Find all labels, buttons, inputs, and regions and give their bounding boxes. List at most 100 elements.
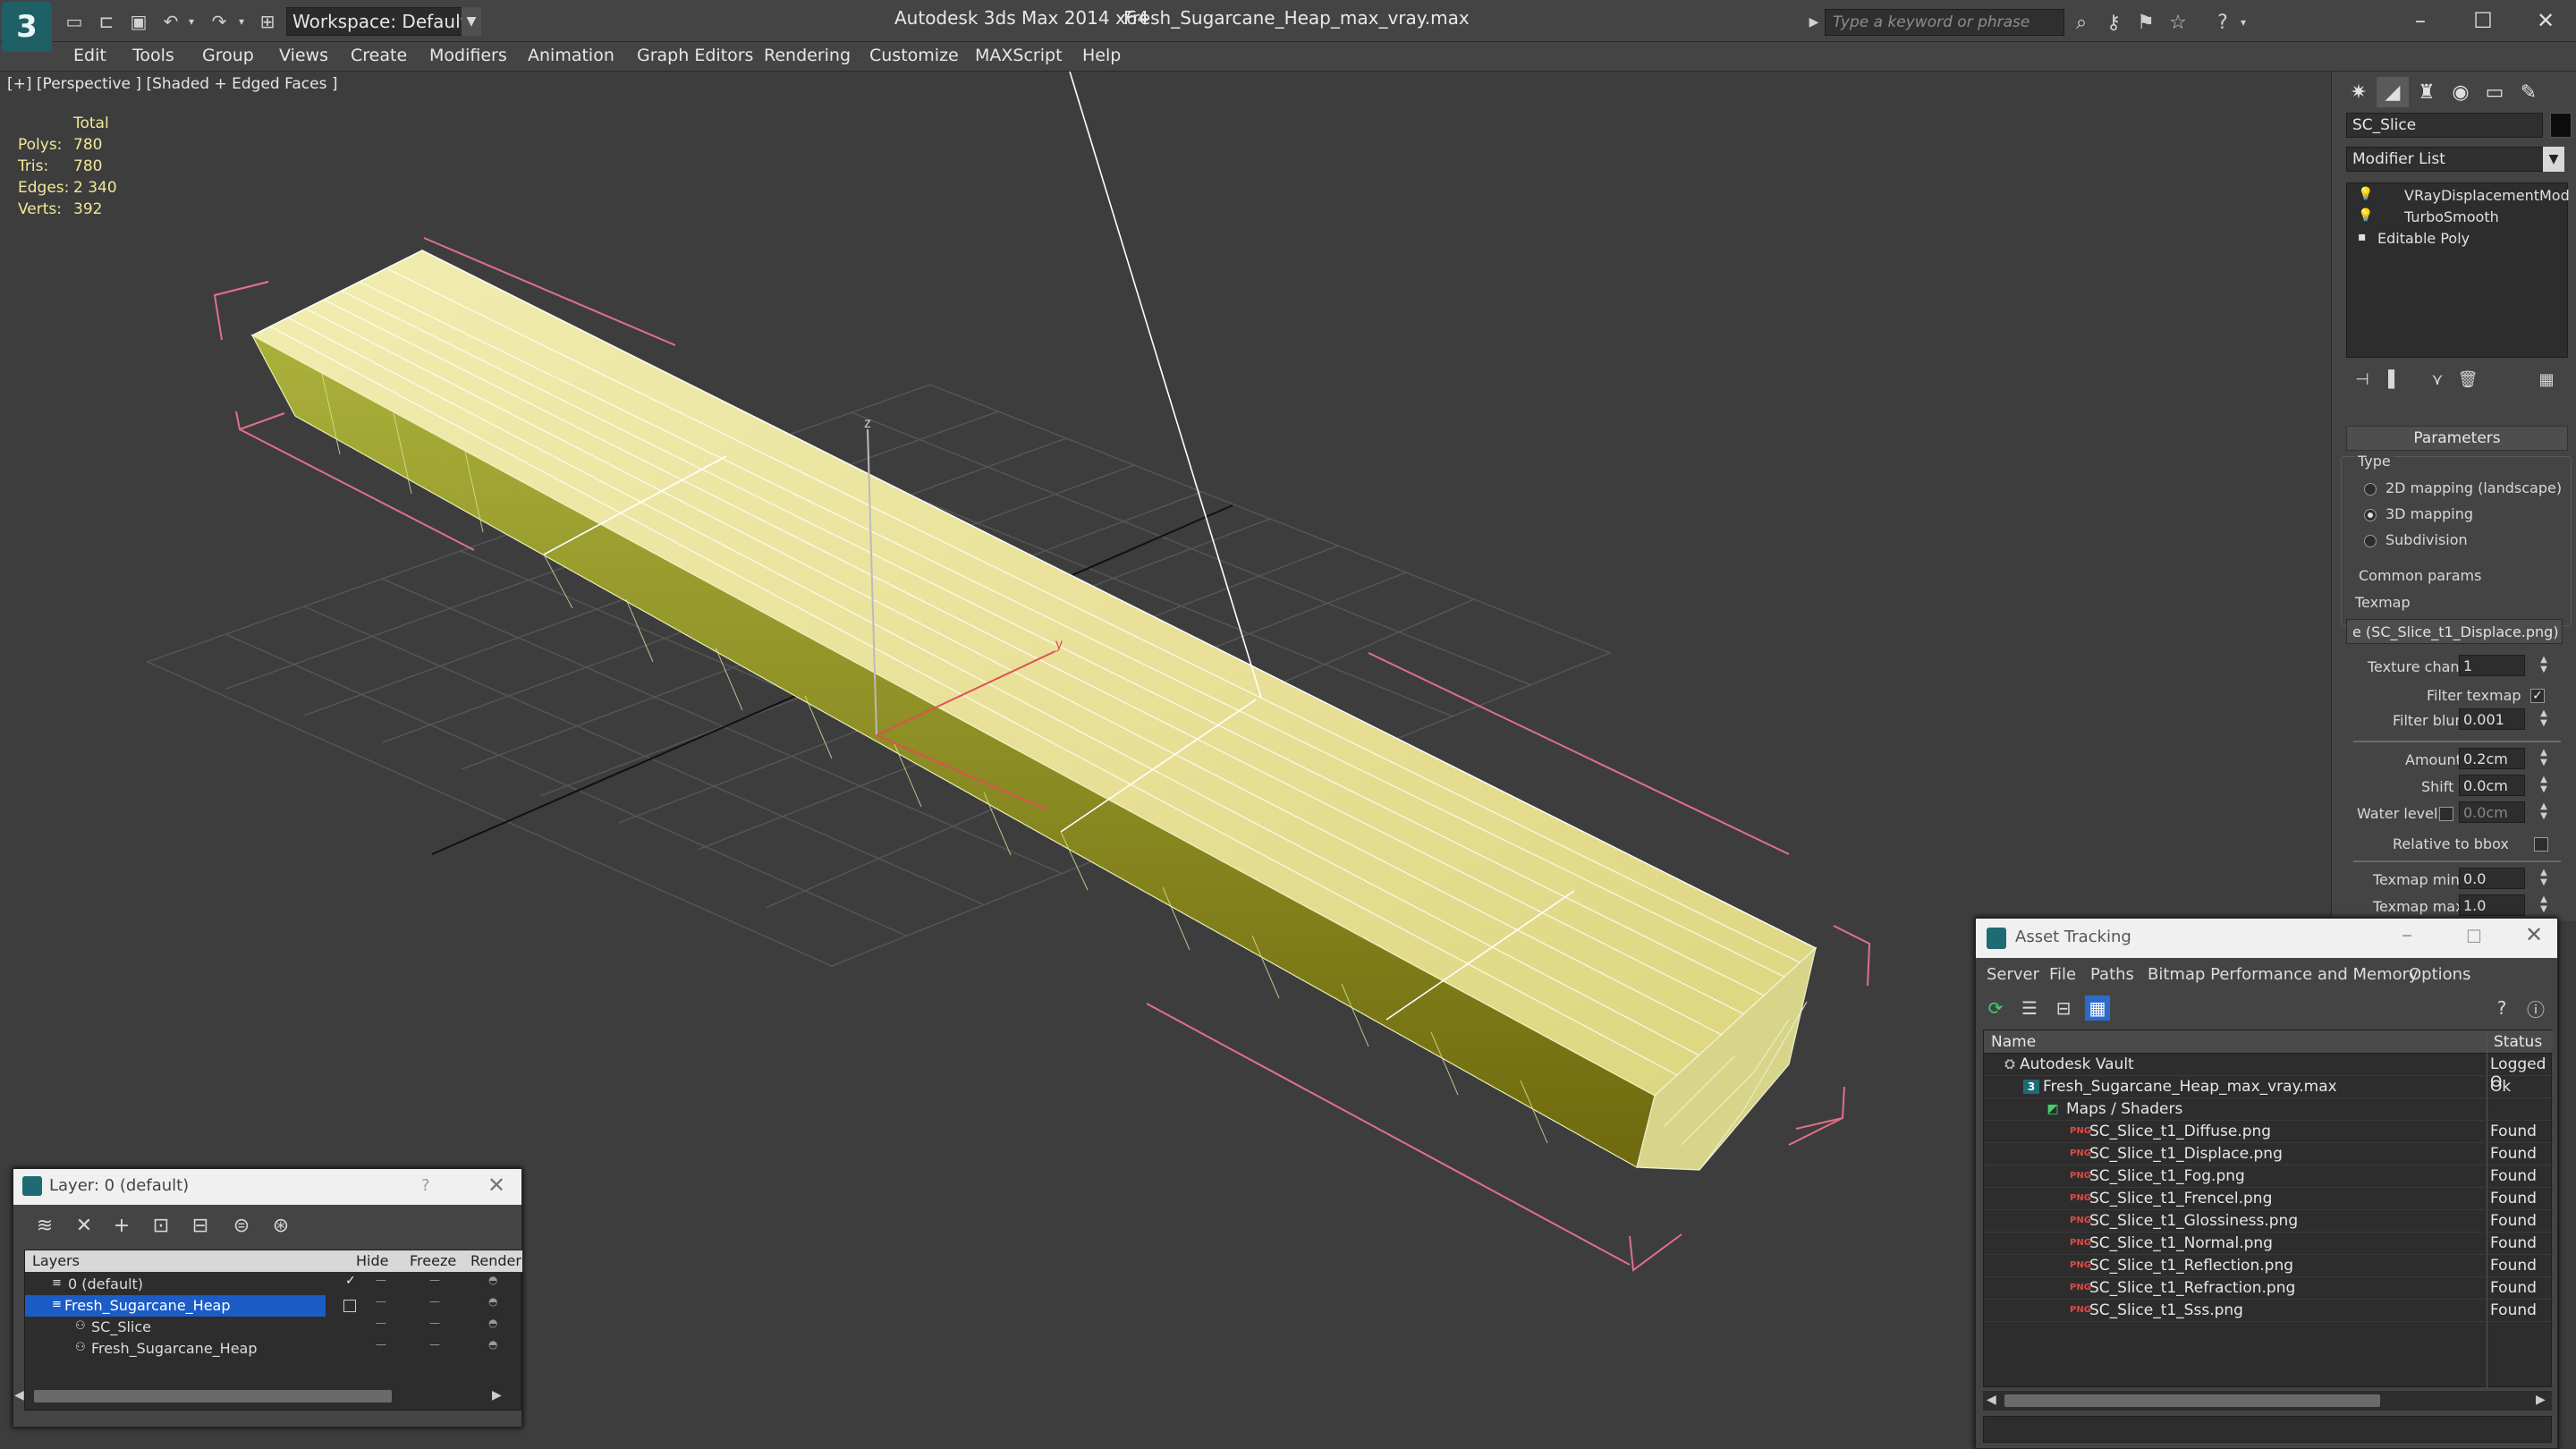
render-teapot-icon[interactable]: ◓ xyxy=(488,1295,497,1308)
asset-row-bitmap[interactable]: PNG SC_Slice_t1_Glossiness.png Found xyxy=(1984,1210,2553,1233)
save-file-icon[interactable]: ▣ xyxy=(125,8,152,35)
asset-row-scene-file[interactable]: 3 Fresh_Sugarcane_Heap_max_vray.max Ok xyxy=(1984,1076,2553,1098)
asset-row-bitmap[interactable]: PNG SC_Slice_t1_Reflection.png Found xyxy=(1984,1255,2553,1277)
layer-window-title[interactable]: Layer: 0 (default) ? ✕ xyxy=(13,1169,521,1205)
configure-sets-icon[interactable]: ▦ xyxy=(2534,367,2559,392)
modifier-list-select[interactable]: Modifier List xyxy=(2346,147,2564,172)
render-teapot-icon[interactable]: ◓ xyxy=(488,1338,497,1351)
shift-input[interactable]: 0.0cm xyxy=(2459,775,2525,796)
asset-row-bitmap[interactable]: PNG SC_Slice_t1_Fog.png Found xyxy=(1984,1165,2553,1188)
water-level-input[interactable]: 0.0cm xyxy=(2459,801,2525,823)
redo-dropdown-icon[interactable]: ▾ xyxy=(234,8,249,35)
asset-row-bitmap[interactable]: PNG SC_Slice_t1_Normal.png Found xyxy=(1984,1233,2553,1255)
binoculars-icon[interactable]: ⌕ xyxy=(2068,9,2095,36)
pin-stack-icon[interactable]: ⊣ xyxy=(2350,367,2375,392)
col-layers[interactable]: Layers xyxy=(32,1252,80,1269)
scrollbar-thumb[interactable] xyxy=(34,1390,392,1402)
help-icon[interactable]: ? xyxy=(2209,9,2236,36)
lightbulb-icon[interactable]: 💡 xyxy=(2358,187,2373,201)
spinner-icon[interactable]: ▲ ▼ xyxy=(2538,775,2550,796)
col-hide[interactable]: Hide xyxy=(356,1252,388,1269)
radio-subdivision[interactable] xyxy=(2364,535,2377,547)
stack-item-turbosmooth[interactable]: 💡 TurboSmooth xyxy=(2347,207,2567,228)
scroll-left-icon[interactable]: ◀ xyxy=(14,1388,24,1402)
asset-horizontal-scrollbar[interactable]: ◀ ▶ xyxy=(1983,1391,2552,1411)
layer-row[interactable]: Fresh_Sugarcane_Heap ≡ — — ◓ xyxy=(25,1295,522,1317)
layer-row[interactable]: ⚇ Fresh_Sugarcane_Heap — — ◓ xyxy=(25,1338,522,1360)
hide-toggle[interactable]: — xyxy=(376,1317,386,1329)
asset-row-bitmap[interactable]: PNG SC_Slice_t1_Refraction.png Found xyxy=(1984,1277,2553,1300)
display-tab-icon[interactable]: ▭ xyxy=(2479,77,2511,107)
object-color-swatch[interactable] xyxy=(2550,113,2572,138)
new-file-icon[interactable]: ▭ xyxy=(61,8,88,35)
workspace-select[interactable]: Workspace: Default xyxy=(286,7,481,36)
refresh-icon[interactable]: ⟳ xyxy=(1983,996,2008,1021)
search-expand-icon[interactable]: ▶ xyxy=(1805,9,1823,36)
menu-graph-editors[interactable]: Graph Editors xyxy=(637,46,753,65)
scrollbar-thumb[interactable] xyxy=(2004,1394,2380,1407)
asset-menu-bitmap-performance[interactable]: Bitmap Performance and Memory xyxy=(2148,965,2419,984)
list-view-icon[interactable]: ☰ xyxy=(2017,996,2042,1021)
hierarchy-tab-icon[interactable]: ♜ xyxy=(2411,77,2443,107)
redo-icon[interactable]: ↷ xyxy=(206,8,233,35)
parameters-rollout[interactable]: Parameters xyxy=(2346,426,2568,451)
col-freeze[interactable]: Freeze xyxy=(410,1252,456,1269)
filter-blur-input[interactable]: 0.001 xyxy=(2459,708,2525,730)
spinner-icon[interactable]: ▲ ▼ xyxy=(2538,894,2550,916)
asset-row-maps-folder[interactable]: ◩ Maps / Shaders xyxy=(1984,1098,2553,1121)
hide-all-icon[interactable]: ⊜ xyxy=(228,1212,255,1239)
minimize-button[interactable]: – xyxy=(2394,4,2447,38)
show-end-result-icon[interactable]: ▌ xyxy=(2382,367,2407,392)
hide-toggle[interactable]: — xyxy=(376,1338,386,1351)
radio-3d-mapping[interactable] xyxy=(2364,509,2377,521)
spinner-icon[interactable]: ▲ ▼ xyxy=(2538,708,2550,730)
subscription-icon[interactable]: ⚷ xyxy=(2100,9,2127,36)
layer-row[interactable]: ≡ 0 (default) ✓ — — ◓ xyxy=(25,1274,522,1295)
asset-menu-paths[interactable]: Paths xyxy=(2090,965,2134,984)
asset-info-icon[interactable]: ⓘ xyxy=(2523,996,2548,1021)
utilities-tab-icon[interactable]: ✎ xyxy=(2512,77,2545,107)
sugarcane-mesh[interactable] xyxy=(250,72,1818,1171)
col-render[interactable]: Render xyxy=(470,1252,521,1269)
stack-item-vray-displacement[interactable]: 💡 VRayDisplacementMod xyxy=(2347,185,2570,207)
menu-help[interactable]: Help xyxy=(1082,46,1121,65)
delete-layer-icon[interactable]: ✕ xyxy=(71,1212,97,1239)
water-level-checkbox[interactable] xyxy=(2439,807,2453,821)
viewport-label[interactable]: [+] [Perspective ] [Shaded + Edged Faces… xyxy=(7,75,337,93)
texmap-button[interactable]: e (SC_Slice_t1_Displace.png) xyxy=(2346,619,2563,644)
create-tab-icon[interactable]: ✷ xyxy=(2343,77,2375,107)
spinner-icon[interactable]: ▲ ▼ xyxy=(2538,868,2550,889)
object-name-field[interactable]: SC_Slice xyxy=(2346,113,2543,138)
menu-views[interactable]: Views xyxy=(279,46,328,65)
texmap-max-input[interactable]: 1.0 xyxy=(2459,894,2525,916)
render-teapot-icon[interactable]: ◓ xyxy=(488,1317,497,1329)
asset-path-field[interactable] xyxy=(1983,1416,2552,1443)
freeze-all-icon[interactable]: ⊛ xyxy=(267,1212,294,1239)
asset-row-vault[interactable]: ⛭ Autodesk Vault Logged O xyxy=(1984,1054,2553,1091)
spinner-icon[interactable]: ▲ ▼ xyxy=(2538,655,2550,676)
chevron-down-icon[interactable]: ▼ xyxy=(462,7,481,36)
make-unique-icon[interactable]: ⋎ xyxy=(2425,367,2450,392)
asset-row-bitmap[interactable]: PNG SC_Slice_t1_Frencel.png Found xyxy=(1984,1188,2553,1210)
menu-group[interactable]: Group xyxy=(202,46,254,65)
active-check-icon[interactable]: ✓ xyxy=(345,1274,356,1288)
col-name[interactable]: Name xyxy=(1991,1033,2036,1051)
layer-row[interactable]: ⚇ SC_Slice — — ◓ xyxy=(25,1317,522,1338)
menu-edit[interactable]: Edit xyxy=(73,46,106,65)
filter-texmap-checkbox[interactable]: ✓ xyxy=(2530,689,2545,703)
freeze-toggle[interactable]: — xyxy=(429,1338,440,1351)
freeze-toggle[interactable]: — xyxy=(429,1295,440,1308)
expand-icon[interactable]: ▪ xyxy=(2358,230,2370,244)
asset-window-title[interactable]: Asset Tracking – ☐ ✕ xyxy=(1976,919,2557,958)
project-folder-icon[interactable]: ⊞ xyxy=(254,8,281,35)
render-teapot-icon[interactable]: ◓ xyxy=(488,1274,497,1286)
stack-item-editable-poly[interactable]: ▪ Editable Poly xyxy=(2347,228,2567,250)
open-file-icon[interactable]: ⊏ xyxy=(93,8,120,35)
modify-tab-icon[interactable]: ◢ xyxy=(2377,77,2409,107)
texmap-min-input[interactable]: 0.0 xyxy=(2459,868,2525,889)
chevron-down-icon[interactable]: ▼ xyxy=(2543,147,2564,172)
scroll-left-icon[interactable]: ◀ xyxy=(1987,1393,1996,1407)
close-window-button[interactable]: ✕ xyxy=(2519,4,2572,38)
asset-menu-server[interactable]: Server xyxy=(1987,965,2039,984)
asset-row-bitmap[interactable]: PNG SC_Slice_t1_Displace.png Found xyxy=(1984,1143,2553,1165)
